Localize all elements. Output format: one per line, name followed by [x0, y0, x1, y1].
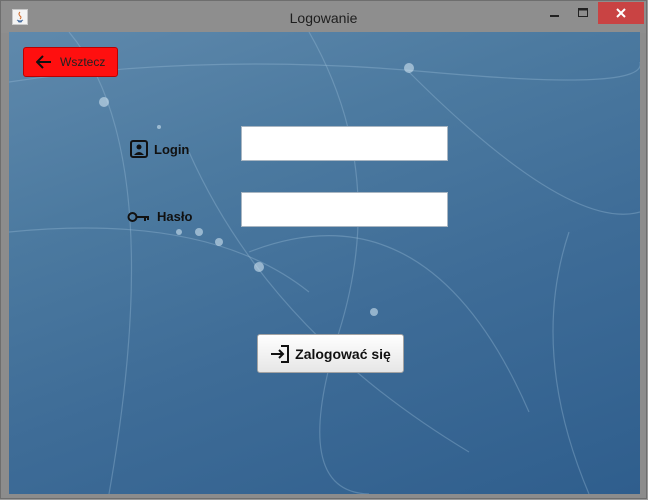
sign-in-icon: [270, 344, 290, 363]
maximize-icon: [577, 8, 588, 17]
arrow-left-icon: [36, 55, 52, 69]
key-icon: [127, 210, 151, 224]
maximize-button[interactable]: [569, 2, 597, 24]
password-input[interactable]: [241, 192, 448, 227]
title-bar[interactable]: Logowanie: [1, 1, 646, 33]
close-icon: [616, 8, 626, 18]
login-submit-label: Zalogować się: [295, 345, 391, 362]
background-art: [9, 32, 640, 494]
close-button[interactable]: [598, 2, 644, 24]
minimize-button[interactable]: [541, 2, 569, 24]
login-label-text: Login: [154, 141, 190, 157]
login-label: Login: [130, 140, 189, 158]
password-label-text: Hasło: [157, 209, 193, 224]
login-input[interactable]: [241, 126, 448, 161]
back-button-label: Wsztecz: [60, 55, 106, 69]
minimize-icon: [550, 15, 559, 17]
user-card-icon: [130, 140, 148, 158]
content-panel: Wsztecz Login Hasło Zalogować się: [9, 32, 640, 494]
login-window: Logowanie Wsztecz Login Hasło Zalogować …: [0, 0, 647, 499]
back-button[interactable]: Wsztecz: [23, 47, 118, 77]
password-label: Hasło: [127, 209, 192, 224]
login-submit-button[interactable]: Zalogować się: [257, 334, 404, 373]
